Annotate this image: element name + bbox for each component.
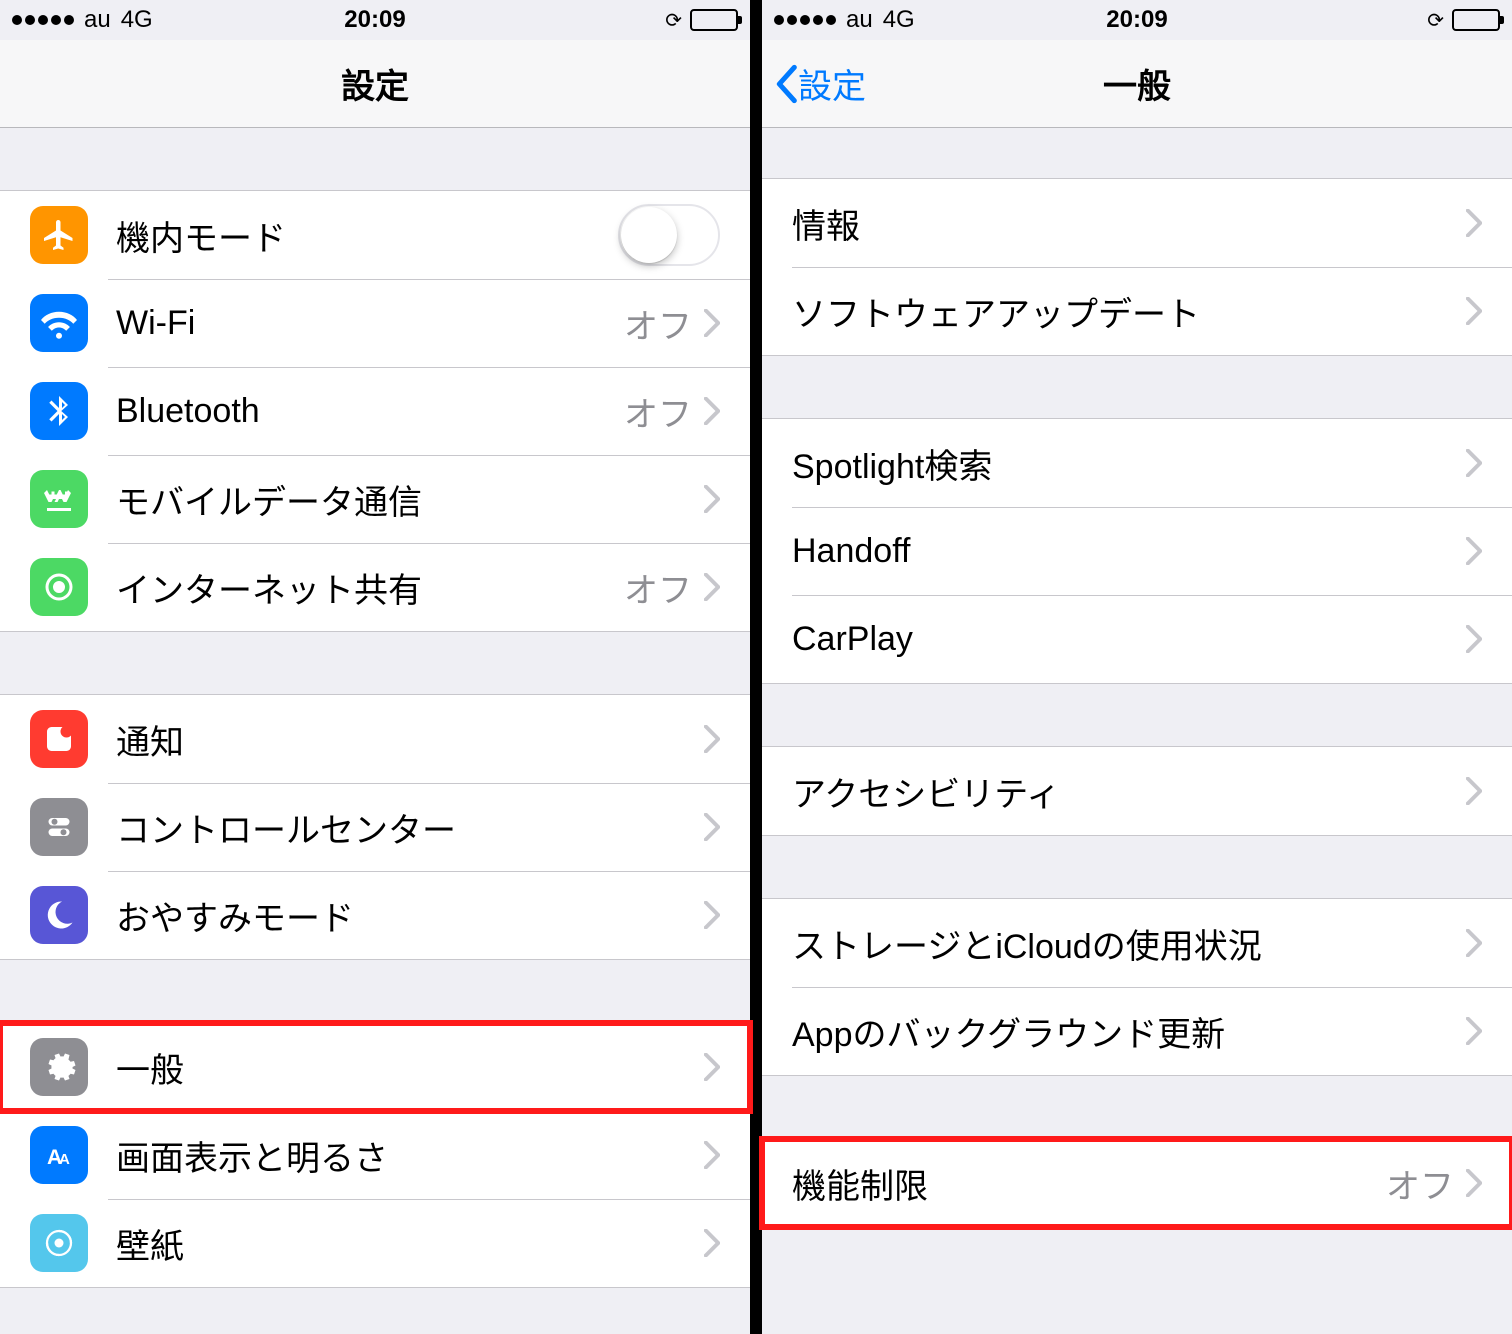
row-accessibility[interactable]: アクセシビリティ bbox=[762, 747, 1512, 835]
page-title: 一般 bbox=[762, 59, 1512, 108]
row-label: 画面表示と明るさ bbox=[116, 1131, 704, 1180]
row-label: インターネット共有 bbox=[116, 563, 624, 612]
row-label: ソフトウェアアップデート bbox=[792, 287, 1466, 336]
row-label: 一般 bbox=[116, 1043, 704, 1092]
row-label: 機内モード bbox=[116, 211, 618, 260]
svg-text:A: A bbox=[59, 1151, 70, 1168]
chevron-right-icon bbox=[704, 1229, 720, 1257]
row-carplay[interactable]: CarPlay bbox=[762, 595, 1512, 683]
row-control-center[interactable]: コントロールセンター bbox=[0, 783, 750, 871]
chevron-right-icon bbox=[1466, 537, 1482, 565]
row-bluetooth[interactable]: Bluetooth オフ bbox=[0, 367, 750, 455]
status-bar: au 4G 20:09 ⟳ bbox=[0, 0, 750, 40]
chevron-right-icon bbox=[1466, 1169, 1482, 1197]
chevron-right-icon bbox=[1466, 449, 1482, 477]
gear-icon bbox=[30, 1038, 88, 1096]
control-center-icon bbox=[30, 798, 88, 856]
orientation-lock-icon: ⟳ bbox=[1427, 8, 1444, 33]
row-label: コントロールセンター bbox=[116, 803, 704, 852]
page-title: 設定 bbox=[0, 59, 750, 108]
row-label: 機能制限 bbox=[792, 1159, 1386, 1208]
chevron-right-icon bbox=[704, 901, 720, 929]
bluetooth-icon bbox=[30, 382, 88, 440]
row-hotspot[interactable]: インターネット共有 オフ bbox=[0, 543, 750, 631]
clock-label: 20:09 bbox=[254, 6, 496, 34]
row-label: おやすみモード bbox=[116, 891, 704, 940]
row-label: 壁紙 bbox=[116, 1219, 704, 1268]
signal-dots-icon bbox=[774, 15, 836, 25]
chevron-right-icon bbox=[704, 573, 720, 601]
general-settings-screen: au 4G 20:09 ⟳ 設定 一般 情報 ソフトウェアアップデート Spot… bbox=[762, 0, 1512, 1334]
network-label: 4G bbox=[883, 6, 915, 34]
moon-icon bbox=[30, 886, 88, 944]
chevron-right-icon bbox=[704, 309, 720, 337]
wallpaper-icon bbox=[30, 1214, 88, 1272]
row-do-not-disturb[interactable]: おやすみモード bbox=[0, 871, 750, 959]
row-background-refresh[interactable]: Appのバックグラウンド更新 bbox=[762, 987, 1512, 1075]
hotspot-icon bbox=[30, 558, 88, 616]
row-value: オフ bbox=[624, 299, 692, 348]
back-button[interactable]: 設定 bbox=[762, 59, 866, 108]
row-label: Handoff bbox=[792, 532, 1466, 571]
chevron-right-icon bbox=[1466, 1017, 1482, 1045]
row-display-brightness[interactable]: AA 画面表示と明るさ bbox=[0, 1111, 750, 1199]
chevron-right-icon bbox=[704, 1053, 720, 1081]
cellular-icon bbox=[30, 470, 88, 528]
row-label: Bluetooth bbox=[116, 392, 624, 431]
row-storage-icloud[interactable]: ストレージとiCloudの使用状況 bbox=[762, 899, 1512, 987]
airplane-switch[interactable] bbox=[618, 204, 720, 266]
row-cellular[interactable]: モバイルデータ通信 bbox=[0, 455, 750, 543]
airplane-icon bbox=[30, 206, 88, 264]
row-spotlight[interactable]: Spotlight検索 bbox=[762, 419, 1512, 507]
chevron-right-icon bbox=[1466, 625, 1482, 653]
row-label: Spotlight検索 bbox=[792, 439, 1466, 488]
chevron-right-icon bbox=[704, 1141, 720, 1169]
row-value: オフ bbox=[1386, 1159, 1454, 1208]
row-value: オフ bbox=[624, 387, 692, 436]
row-wifi[interactable]: Wi-Fi オフ bbox=[0, 279, 750, 367]
orientation-lock-icon: ⟳ bbox=[665, 8, 682, 33]
row-label: 情報 bbox=[792, 199, 1466, 248]
settings-root-screen: au 4G 20:09 ⟳ 設定 機内モード Wi-Fi オフ bbox=[0, 0, 750, 1334]
signal-dots-icon bbox=[12, 15, 74, 25]
row-notifications[interactable]: 通知 bbox=[0, 695, 750, 783]
row-general[interactable]: 一般 bbox=[0, 1023, 750, 1111]
chevron-right-icon bbox=[704, 397, 720, 425]
nav-bar: 設定 一般 bbox=[762, 40, 1512, 128]
status-bar: au 4G 20:09 ⟳ bbox=[762, 0, 1512, 40]
row-wallpaper[interactable]: 壁紙 bbox=[0, 1199, 750, 1287]
row-label: モバイルデータ通信 bbox=[116, 475, 704, 524]
wifi-icon bbox=[30, 294, 88, 352]
row-label: ストレージとiCloudの使用状況 bbox=[792, 919, 1466, 968]
chevron-right-icon bbox=[1466, 929, 1482, 957]
row-airplane-mode[interactable]: 機内モード bbox=[0, 191, 750, 279]
row-label: 通知 bbox=[116, 715, 704, 764]
battery-icon bbox=[690, 9, 738, 31]
chevron-right-icon bbox=[704, 813, 720, 841]
chevron-right-icon bbox=[704, 725, 720, 753]
row-software-update[interactable]: ソフトウェアアップデート bbox=[762, 267, 1512, 355]
battery-icon bbox=[1452, 9, 1500, 31]
back-label: 設定 bbox=[798, 59, 866, 108]
network-label: 4G bbox=[121, 6, 153, 34]
row-handoff[interactable]: Handoff bbox=[762, 507, 1512, 595]
row-label: アクセシビリティ bbox=[792, 767, 1466, 816]
chevron-right-icon bbox=[1466, 777, 1482, 805]
row-restrictions[interactable]: 機能制限 オフ bbox=[762, 1139, 1512, 1227]
text-size-icon: AA bbox=[30, 1126, 88, 1184]
row-value: オフ bbox=[624, 563, 692, 612]
carrier-label: au bbox=[846, 6, 873, 34]
row-about[interactable]: 情報 bbox=[762, 179, 1512, 267]
nav-bar: 設定 bbox=[0, 40, 750, 128]
row-label: CarPlay bbox=[792, 620, 1466, 659]
chevron-right-icon bbox=[1466, 209, 1482, 237]
chevron-right-icon bbox=[704, 485, 720, 513]
carrier-label: au bbox=[84, 6, 111, 34]
row-label: Appのバックグラウンド更新 bbox=[792, 1007, 1466, 1056]
row-label: Wi-Fi bbox=[116, 304, 624, 343]
notifications-icon bbox=[30, 710, 88, 768]
clock-label: 20:09 bbox=[1016, 6, 1258, 34]
chevron-right-icon bbox=[1466, 297, 1482, 325]
